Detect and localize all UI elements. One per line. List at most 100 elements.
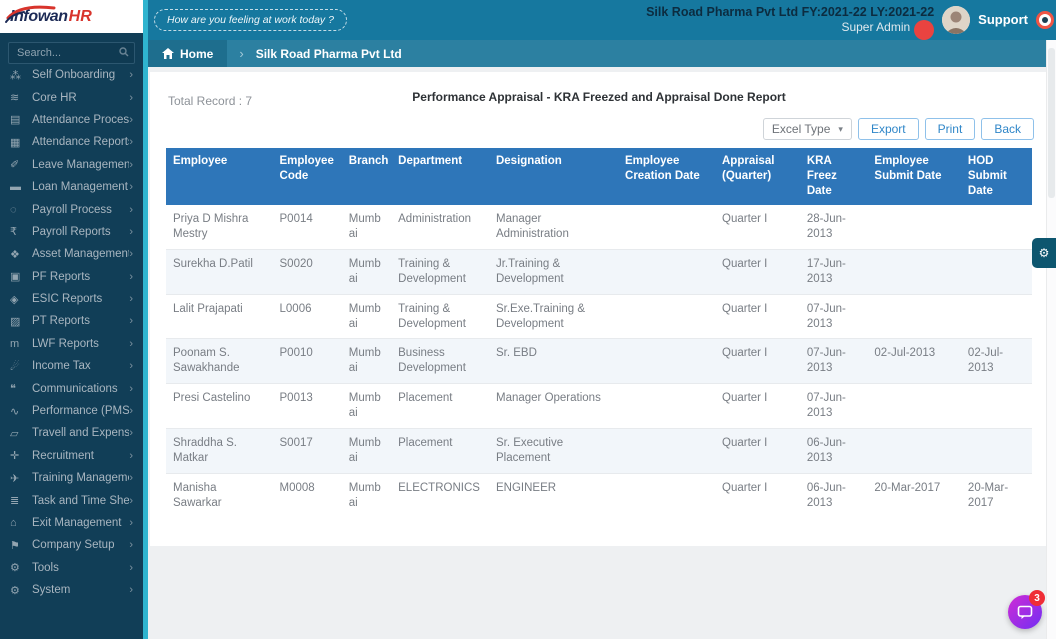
sidebar-item-pf-reports[interactable]: ▣ PF Reports ›	[0, 266, 143, 288]
chevron-right-icon: ›	[129, 472, 133, 485]
table-cell: Manager Administration	[495, 212, 569, 240]
sidebar-item-performance-pms[interactable]: ∿ Performance (PMS) ›	[0, 400, 143, 422]
table-cell: Business Development	[391, 338, 489, 384]
sidebar-item-pt-reports[interactable]: ▨ PT Reports ›	[0, 310, 143, 332]
topbar-right-cluster: Silk Road Pharma Pvt Ltd FY:2021-22 LY:2…	[646, 5, 1056, 41]
breadcrumb-current: Silk Road Pharma Pvt Ltd	[255, 46, 402, 61]
table-cell: 06-Jun- 2013	[799, 428, 868, 474]
sidebar-item-exit-management[interactable]: ⌂ Exit Management ›	[0, 512, 143, 534]
sidebar-item-self-onboarding[interactable]: ⁂ Self Onboarding ›	[0, 64, 143, 86]
table-cell: 02-Jul-2013	[960, 338, 1032, 384]
sidebar-item-payroll-process[interactable]: ◌ Payroll Process ›	[0, 198, 143, 220]
sidebar-item-label: Leave Management	[32, 158, 130, 171]
table-cell: P0013	[272, 383, 342, 429]
chevron-right-icon: ›	[129, 248, 133, 261]
sidebar: Infowan HR ⁂ Self Onboarding › ≋ Core HR › ▤ At…	[0, 0, 143, 639]
sidebar-item-core-hr[interactable]: ≋ Core HR ›	[0, 86, 143, 108]
column-header: Branch	[341, 148, 392, 205]
logo-accent-text: HR	[68, 7, 92, 25]
sidebar-item-label: Payroll Process	[32, 203, 112, 216]
table-cell: S0020	[272, 248, 342, 295]
rupee-icon: ₹	[10, 226, 17, 239]
table-cell: Mumbai	[341, 338, 392, 384]
support-target-icon[interactable]	[1036, 10, 1054, 29]
vertical-scrollbar[interactable]	[1046, 40, 1056, 639]
table-cell: Placement	[391, 383, 489, 429]
table-cell	[618, 383, 715, 429]
list-icon: ▤	[10, 114, 21, 127]
table-header-row: Employee Employee Code Branch Department Des…	[166, 148, 1032, 205]
sidebar-item-training-management[interactable]: ✈ Training Management›	[0, 467, 143, 489]
table-cell: Surekha D.Patil	[166, 248, 273, 295]
sidebar-item-label: Payroll Reports	[32, 225, 111, 238]
briefcase-icon: ▣	[10, 271, 21, 284]
breadcrumb: Home › Silk Road Pharma Pvt Ltd	[148, 40, 1047, 67]
sidebar-item-label: Income Tax	[32, 360, 91, 373]
chevron-right-icon: ›	[129, 270, 133, 283]
sidebar-item-recruitment[interactable]: ✛ Recruitment ›	[0, 445, 143, 467]
table-cell: Training & Development	[391, 248, 489, 295]
chat-bubble-icon	[1017, 605, 1033, 619]
back-button[interactable]: Back	[981, 118, 1034, 140]
excel-type-label: Excel Type	[771, 122, 831, 136]
sidebar-item-payroll-reports[interactable]: ₹ Payroll Reports ›	[0, 221, 143, 243]
avatar-image	[942, 5, 971, 34]
sidebar-item-label: Performance (PMS)	[32, 405, 130, 418]
mood-check-button[interactable]: How are you feeling at work today ?	[154, 9, 347, 31]
table-cell	[618, 473, 715, 518]
column-header: Appraisal (Quarter)	[715, 148, 800, 205]
sidebar-item-attendance-process[interactable]: ▤ Attendance Process ›	[0, 109, 143, 131]
sidebar-item-communications[interactable]: ❝ Communications ›	[0, 377, 143, 399]
chevron-right-icon: ›	[129, 427, 133, 440]
table-cell: 20-Mar-2017	[867, 473, 961, 518]
search-input[interactable]	[8, 42, 135, 64]
export-button[interactable]: Export	[857, 118, 919, 140]
sidebar-item-task-and-time-sheet[interactable]: ≣ Task and Time Sheet ›	[0, 489, 143, 511]
table-cell	[618, 428, 715, 474]
column-header: Employee Creation Date	[618, 148, 715, 205]
table-cell: Administration	[398, 212, 472, 225]
sidebar-search	[8, 42, 135, 64]
support-link[interactable]: Support	[978, 12, 1028, 27]
table-cell	[961, 205, 1032, 249]
breadcrumb-home[interactable]: Home	[148, 40, 228, 67]
column-header: Designation	[488, 148, 619, 205]
chat-fab-button[interactable]: 3	[1008, 590, 1045, 629]
print-button[interactable]: Print	[924, 118, 976, 140]
settings-flyout-button[interactable]: ⚙	[1032, 238, 1056, 268]
table-cell: Poonam S. Sawakhande	[166, 338, 273, 384]
sidebar-item-tools[interactable]: ⚙ Tools ›	[0, 557, 143, 579]
sidebar-item-company-setup[interactable]: ⚑ Company Setup ›	[0, 534, 143, 556]
gear-icon: ⚙	[10, 584, 20, 597]
sidebar-item-esic-reports[interactable]: ◈ ESIC Reports ›	[0, 288, 143, 310]
table-cell	[960, 293, 1032, 339]
table-cell: 17-Jun-2013	[799, 248, 868, 295]
notification-dot-icon[interactable]	[914, 20, 935, 41]
sidebar-item-lwf-reports[interactable]: m LWF Reports ›	[0, 333, 143, 355]
sidebar-item-leave-management[interactable]: ✐ Leave Management ›	[0, 154, 143, 176]
scrollbar-thumb[interactable]	[1048, 48, 1055, 198]
company-block: Silk Road Pharma Pvt Ltd FY:2021-22 LY:2…	[646, 5, 935, 41]
sidebar-item-loan-management[interactable]: ▬ Loan Management ›	[0, 176, 143, 198]
excel-type-select[interactable]: Excel Type ▾	[762, 118, 852, 140]
table-cell: 07-Jun- 2013	[799, 293, 868, 339]
table-cell	[618, 338, 715, 384]
sidebar-item-attendance-reports[interactable]: ▦ Attendance Reports ›	[0, 131, 143, 153]
report-table-wrap: Employee Employee Code Branch Department Des…	[166, 148, 1032, 518]
sidebar-item-income-tax[interactable]: ☄ Income Tax ›	[0, 355, 143, 377]
sidebar-item-asset-management[interactable]: ❖ Asset Management ›	[0, 243, 143, 265]
table-cell: S0017	[272, 428, 342, 474]
table-cell: Quarter I	[715, 248, 800, 295]
sidebar-item-system[interactable]: ⚙ System ›	[0, 579, 143, 601]
sidebar-item-travell-and-expense[interactable]: ▱ Travell and Expense ›	[0, 422, 143, 444]
eraser-icon: ✐	[10, 159, 20, 172]
sidebar-item-label: Company Setup	[32, 539, 115, 552]
chevron-right-icon: ›	[129, 69, 133, 82]
table-cell: Placement	[391, 428, 489, 474]
users-icon: ⁂	[10, 69, 21, 82]
sidebar-item-label: Travell and Expense	[32, 427, 130, 440]
user-avatar[interactable]	[942, 5, 971, 34]
table-cell	[867, 248, 961, 295]
topbar: How are you feeling at work today ? Silk…	[148, 0, 1056, 41]
table-cell: 20-Mar-2017	[960, 473, 1032, 518]
